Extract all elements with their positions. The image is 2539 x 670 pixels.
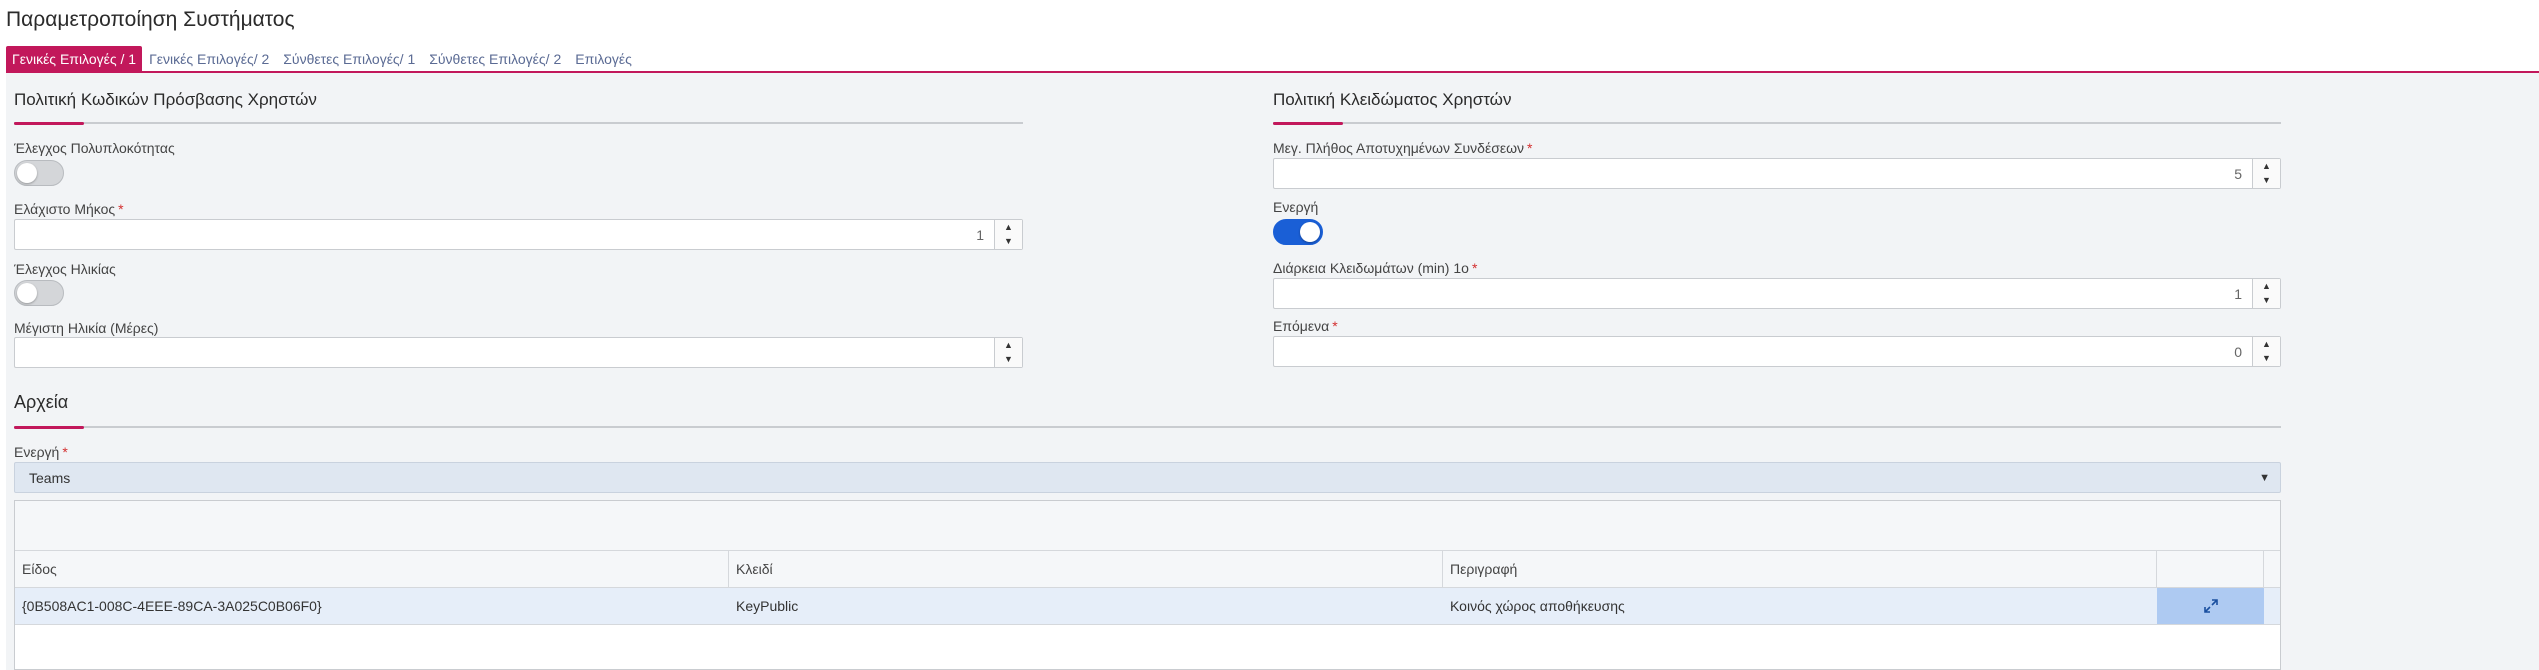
files-active-select[interactable]: Teams ▼ xyxy=(14,462,2281,493)
age-check-label: Έλεγχος Ηλικίας xyxy=(14,261,116,277)
max-failed-input[interactable]: 5 ▲ ▼ xyxy=(1273,158,2281,189)
grid-header: Είδος Κλειδί Περιγραφή xyxy=(15,551,2280,588)
page-title: Παραμετροποίηση Συστήματος xyxy=(6,8,295,31)
complexity-label: Έλεγχος Πολυπλοκότητας xyxy=(14,140,175,156)
increment-icon[interactable]: ▲ xyxy=(2253,337,2280,351)
files-divider xyxy=(14,426,2281,429)
required-marker: * xyxy=(118,201,124,217)
cell-key: KeyPublic xyxy=(736,598,799,614)
age-check-toggle[interactable] xyxy=(14,280,64,306)
lock-duration-input[interactable]: 1 ▲ ▼ xyxy=(1273,278,2281,309)
next-value: 0 xyxy=(2234,344,2242,360)
column-header-key[interactable]: Κλειδί xyxy=(729,551,1443,587)
max-failed-label: Μεγ. Πλήθος Αποτυχημένων Συνδέσεων * xyxy=(1273,140,1533,156)
files-title: Αρχεία xyxy=(14,392,69,412)
next-spinner: ▲ ▼ xyxy=(2252,337,2280,366)
files-active-label: Ενεργή * xyxy=(14,444,68,460)
table-row[interactable]: {0B508AC1-008C-4EEE-89CA-3A025C0B06F0} K… xyxy=(15,588,2280,625)
required-marker: * xyxy=(1332,318,1338,334)
decrement-icon[interactable]: ▼ xyxy=(995,234,1022,248)
tab-advanced-1[interactable]: Σύνθετες Επιλογές/ 1 xyxy=(276,46,422,71)
complexity-toggle[interactable] xyxy=(14,160,64,186)
files-active-value: Teams xyxy=(29,470,71,486)
tab-advanced-2[interactable]: Σύνθετες Επιλογές/ 2 xyxy=(422,46,568,71)
tab-general-2[interactable]: Γενικές Επιλογές/ 2 xyxy=(142,46,276,71)
column-header-type[interactable]: Είδος xyxy=(15,551,729,587)
required-marker: * xyxy=(1471,260,1478,276)
password-policy-divider xyxy=(14,122,1023,125)
lock-duration-spinner: ▲ ▼ xyxy=(2252,279,2280,308)
lock-duration-value: 1 xyxy=(2234,286,2242,302)
expand-button[interactable] xyxy=(2157,588,2264,624)
password-policy-title: Πολιτική Κωδικών Πρόσβασης Χρηστών xyxy=(14,90,317,109)
max-failed-spinner: ▲ ▼ xyxy=(2252,159,2280,188)
decrement-icon[interactable]: ▼ xyxy=(995,352,1022,366)
min-length-spinner: ▲ ▼ xyxy=(994,220,1022,249)
column-header-description[interactable]: Περιγραφή xyxy=(1443,551,2157,587)
column-header-actions xyxy=(2157,551,2264,587)
min-length-label: Ελάχιστο Μήκος * xyxy=(14,201,124,217)
min-length-value: 1 xyxy=(976,227,984,243)
lock-active-toggle[interactable] xyxy=(1273,219,1323,245)
next-input[interactable]: 0 ▲ ▼ xyxy=(1273,336,2281,367)
files-grid: Είδος Κλειδί Περιγραφή {0B508AC1-008C-4E… xyxy=(14,500,2281,670)
cell-description: Κοινός χώρος αποθήκευσης xyxy=(1450,598,1625,614)
decrement-icon[interactable]: ▼ xyxy=(2253,293,2280,307)
increment-icon[interactable]: ▲ xyxy=(995,338,1022,352)
lock-policy-divider xyxy=(1273,122,2281,125)
chevron-down-icon: ▼ xyxy=(2259,472,2270,484)
decrement-icon[interactable]: ▼ xyxy=(2253,351,2280,365)
required-marker: * xyxy=(1527,140,1533,156)
cell-type: {0B508AC1-008C-4EEE-89CA-3A025C0B06F0} xyxy=(22,598,322,614)
tab-options[interactable]: Επιλογές xyxy=(568,46,639,71)
tab-content: Πολιτική Κωδικών Πρόσβασης Χρηστών Έλεγχ… xyxy=(6,73,2539,670)
tab-general-1[interactable]: Γενικές Επιλογές / 1 xyxy=(6,46,143,71)
lock-duration-label: Διάρκεια Κλειδωμάτων (min) 1ο * xyxy=(1273,260,1478,276)
next-label: Επόμενα * xyxy=(1273,318,1338,334)
lock-active-label: Ενεργή xyxy=(1273,199,1319,215)
decrement-icon[interactable]: ▼ xyxy=(2253,173,2280,187)
max-age-input[interactable]: ▲ ▼ xyxy=(14,337,1023,368)
max-age-spinner: ▲ ▼ xyxy=(994,338,1022,367)
increment-icon[interactable]: ▲ xyxy=(995,220,1022,234)
expand-icon xyxy=(2203,599,2218,613)
increment-icon[interactable]: ▲ xyxy=(2253,159,2280,173)
grid-toolbar xyxy=(15,501,2280,551)
max-failed-value: 5 xyxy=(2234,166,2242,182)
min-length-input[interactable]: 1 ▲ ▼ xyxy=(14,219,1023,250)
required-marker: * xyxy=(62,444,68,460)
lock-policy-title: Πολιτική Κλειδώματος Χρηστών xyxy=(1273,90,1512,109)
tab-bar: Γενικές Επιλογές / 1 Γενικές Επιλογές/ 2… xyxy=(6,46,639,71)
max-age-label: Μέγιστη Ηλικία (Μέρες) xyxy=(14,320,159,336)
increment-icon[interactable]: ▲ xyxy=(2253,279,2280,293)
